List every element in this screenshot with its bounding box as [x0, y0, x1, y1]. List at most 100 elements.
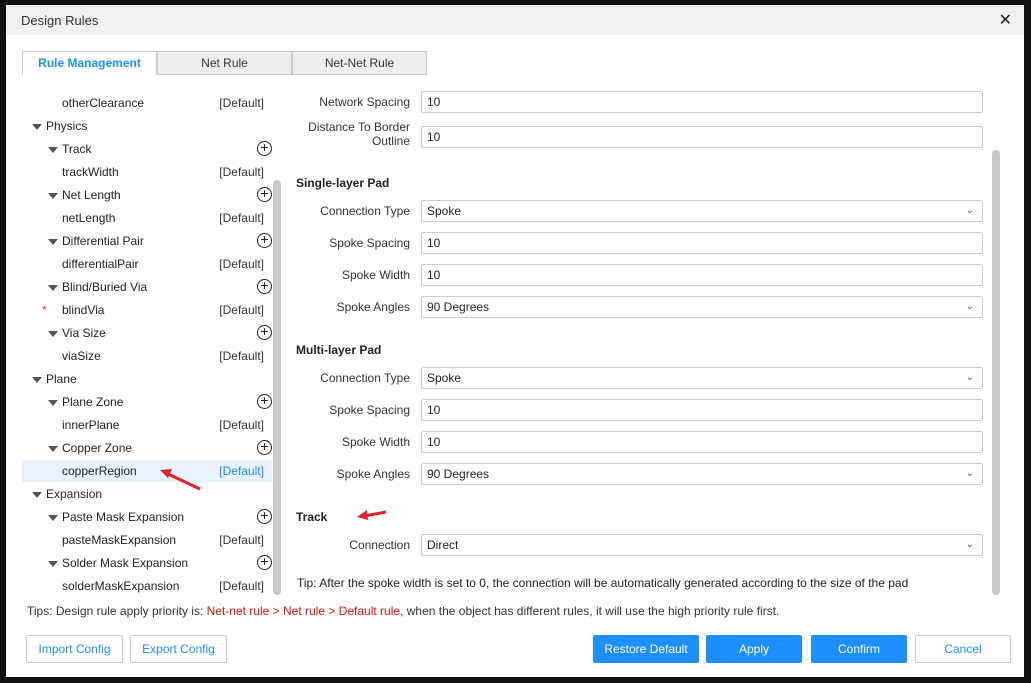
add-rule-icon[interactable]: + [257, 393, 272, 409]
field-select[interactable]: 90 Degrees ⌄ [421, 296, 983, 318]
tree-scrollbar[interactable] [273, 180, 281, 595]
caret-down-icon[interactable] [48, 560, 58, 567]
field-select[interactable]: Spoke ⌄ [421, 200, 983, 222]
caret-down-icon[interactable] [48, 330, 58, 337]
field-input[interactable]: 10 [421, 264, 983, 286]
tree-item-label: Plane Zone [48, 391, 123, 413]
field-select[interactable]: Spoke ⌄ [421, 367, 983, 389]
tree-group-blind-buried-via[interactable]: Blind/Buried Via + [22, 276, 272, 298]
tree-group-physics[interactable]: Physics [22, 115, 272, 137]
field-value: Spoke [427, 204, 462, 218]
cancel-button[interactable]: Cancel [915, 635, 1011, 663]
add-rule-icon[interactable]: + [257, 324, 272, 340]
caret-down-icon[interactable] [32, 123, 42, 130]
tree-item-label: Differential Pair [48, 230, 144, 252]
restore-default-button[interactable]: Restore Default [593, 635, 699, 663]
import-config-button[interactable]: Import Config [26, 635, 123, 663]
add-rule-icon[interactable]: + [257, 140, 272, 156]
tab-net-net-rule[interactable]: Net-Net Rule [292, 51, 427, 75]
chevron-down-icon: ⌄ [965, 205, 974, 216]
tree-rule-item[interactable]: viaSize [Default] [22, 345, 272, 367]
caret-down-icon[interactable] [48, 514, 58, 521]
field-value: 10 [427, 236, 441, 250]
tree-group-paste-mask-expansion[interactable]: Paste Mask Expansion + [22, 506, 272, 528]
field-select[interactable]: 90 Degrees ⌄ [421, 463, 983, 485]
tree-group-copper-zone[interactable]: Copper Zone + [22, 437, 272, 459]
field-label: Spoke Width [341, 435, 410, 449]
field-select[interactable]: Direct ⌄ [421, 534, 983, 556]
field-label: Spoke Angles [336, 300, 410, 314]
tree-item-text: Physics [46, 119, 88, 133]
add-rule-icon[interactable]: + [257, 554, 272, 570]
tree-group-expansion[interactable]: Expansion [22, 483, 272, 505]
field-value: 10 [427, 403, 441, 417]
tree-rule-item[interactable]: trackWidth [Default] [22, 161, 272, 183]
caret-down-icon[interactable] [48, 192, 58, 199]
field-value: 10 [427, 130, 441, 144]
tree-group-track[interactable]: Track + [22, 138, 272, 160]
field-input[interactable]: 10 [421, 126, 983, 148]
tree-item-text: Net Length [62, 188, 121, 202]
tree-group-net-length[interactable]: Net Length + [22, 184, 272, 206]
rule-default-tag: [Default] [219, 464, 264, 478]
add-rule-icon[interactable]: + [257, 278, 272, 294]
rule-default-tag: [Default] [219, 211, 264, 225]
add-rule-icon[interactable]: + [257, 232, 272, 248]
add-rule-icon[interactable]: + [257, 508, 272, 524]
tree-rule-item[interactable]: pasteMaskExpansion [Default] [22, 529, 272, 551]
field-label: Spoke Width [341, 268, 410, 282]
add-rule-icon[interactable]: + [257, 439, 272, 455]
confirm-button[interactable]: Confirm [811, 635, 907, 663]
apply-button[interactable]: Apply [706, 635, 802, 663]
add-rule-icon[interactable]: + [257, 186, 272, 202]
rule-default-tag: [Default] [219, 418, 264, 432]
caret-down-icon[interactable] [48, 238, 58, 245]
priority-tips: Tips: Design rule apply priority is: Net… [27, 604, 779, 618]
tree-rule-item[interactable]: otherClearance [Default] [22, 92, 272, 114]
tree-group-plane[interactable]: Plane [22, 368, 272, 390]
tree-rule-item[interactable]: copperRegion [Default] [22, 460, 272, 482]
form-scrollbar[interactable] [992, 150, 1000, 595]
tree-group-via-size[interactable]: Via Size + [22, 322, 272, 344]
caret-down-icon[interactable] [32, 376, 42, 383]
field-input[interactable]: 10 [421, 399, 983, 421]
field-input[interactable]: 10 [421, 431, 983, 453]
tree-item-text: Solder Mask Expansion [62, 556, 189, 570]
rule-default-tag: [Default] [219, 257, 264, 271]
tree-item-text: blindVia [62, 303, 105, 317]
tab-rule-management[interactable]: Rule Management [22, 51, 157, 75]
field-label: Spoke Spacing [329, 236, 410, 250]
design-rules-dialog: Design Rules ✕ Rule Management Net Rule … [6, 5, 1024, 677]
section-title: Track [296, 510, 328, 524]
export-config-button[interactable]: Export Config [130, 635, 227, 663]
tree-group-differential-pair[interactable]: Differential Pair + [22, 230, 272, 252]
caret-down-icon[interactable] [32, 491, 42, 498]
rule-default-tag: [Default] [219, 303, 264, 317]
tree-rule-item[interactable]: solderMaskExpansion [Default] [22, 575, 272, 595]
tree-item-text: copperRegion [62, 464, 137, 478]
tree-rule-item[interactable]: differentialPair [Default] [22, 253, 272, 275]
tree-rule-item[interactable]: innerPlane [Default] [22, 414, 272, 436]
caret-down-icon[interactable] [48, 146, 58, 153]
dialog-title: Design Rules [21, 13, 99, 28]
tree-item-label: netLength [62, 207, 115, 229]
section-title: Multi-layer Pad [296, 343, 382, 357]
tree-group-plane-zone[interactable]: Plane Zone + [22, 391, 272, 413]
close-icon[interactable]: ✕ [999, 10, 1012, 30]
caret-down-icon[interactable] [48, 399, 58, 406]
field-label: Distance To Border Outline [308, 120, 410, 148]
rule-default-tag: [Default] [219, 96, 264, 110]
tab-net-rule[interactable]: Net Rule [157, 51, 292, 75]
tree-rule-item[interactable]: * blindVia [Default] [22, 299, 272, 321]
tree-rule-item[interactable]: netLength [Default] [22, 207, 272, 229]
tree-item-label: pasteMaskExpansion [62, 529, 176, 551]
tree-item-label: blindVia [62, 299, 104, 321]
tree-group-solder-mask-expansion[interactable]: Solder Mask Expansion + [22, 552, 272, 574]
tree-item-label: trackWidth [62, 161, 119, 183]
caret-down-icon[interactable] [48, 284, 58, 291]
caret-down-icon[interactable] [48, 445, 58, 452]
title-bar: Design Rules ✕ [6, 5, 1024, 35]
tree-item-label: viaSize [62, 345, 101, 367]
field-input[interactable]: 10 [421, 232, 983, 254]
field-input[interactable]: 10 [421, 91, 983, 113]
